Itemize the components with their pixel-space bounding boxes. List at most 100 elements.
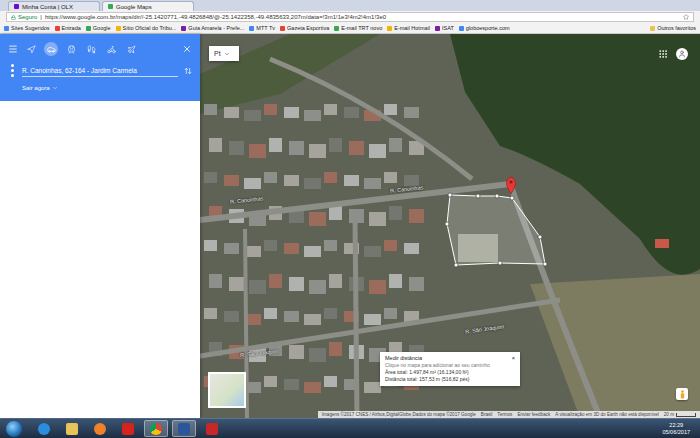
taskbar-app[interactable] bbox=[88, 420, 112, 437]
attribution-link[interactable]: Termos bbox=[497, 412, 512, 417]
measured-area bbox=[447, 195, 545, 265]
other-bookmarks[interactable]: Outros favoritos bbox=[650, 25, 696, 31]
ie-icon bbox=[38, 423, 50, 435]
earth-notice: A visualização em 3D do Earth não está d… bbox=[555, 412, 658, 417]
bookmark[interactable]: Sítio Oficial do Tribu... bbox=[116, 25, 177, 31]
folder-icon bbox=[650, 26, 655, 31]
pegman-icon bbox=[679, 390, 686, 399]
bookmark-icon bbox=[280, 26, 285, 31]
bookmark-icon bbox=[249, 26, 254, 31]
chevron-icon bbox=[224, 51, 230, 57]
address-bar[interactable]: Seguro|https://www.google.com.br/maps/di… bbox=[6, 12, 694, 22]
travel-modes bbox=[8, 42, 192, 56]
directions-header: R. Canoinhas, 62-164 - Jardim Carmela Sai… bbox=[0, 34, 200, 101]
leave-option[interactable]: Sair agora bbox=[8, 85, 192, 91]
map-layer-thumbnail[interactable] bbox=[208, 372, 246, 408]
travel-mode[interactable] bbox=[84, 42, 98, 56]
bookmark[interactable]: Entrada bbox=[55, 25, 81, 31]
bookmark-icon bbox=[334, 26, 339, 31]
swap-icon[interactable] bbox=[184, 67, 192, 75]
pin-icon[interactable] bbox=[507, 177, 516, 194]
bookmark[interactable]: globoesporte.com bbox=[459, 25, 510, 31]
flight-icon bbox=[127, 45, 136, 54]
pdf-icon bbox=[122, 423, 134, 435]
travel-mode[interactable] bbox=[44, 42, 58, 56]
browser-toolbar: Seguro|https://www.google.com.br/maps/di… bbox=[0, 11, 700, 23]
measure-close[interactable]: × bbox=[512, 355, 515, 361]
bookmark-icon bbox=[387, 26, 392, 31]
taskbar-app[interactable] bbox=[200, 420, 224, 437]
bookmark[interactable]: E-mail TRT novo bbox=[334, 25, 382, 31]
favicon-icon bbox=[108, 4, 113, 9]
best-icon bbox=[27, 45, 36, 54]
lock-icon bbox=[11, 15, 16, 20]
chevron-icon bbox=[52, 85, 58, 91]
favicon-icon bbox=[14, 4, 19, 9]
account-area bbox=[658, 48, 688, 60]
user-icon bbox=[678, 50, 686, 58]
menu-icon[interactable] bbox=[8, 44, 18, 54]
language-select[interactable]: Pt bbox=[209, 46, 239, 61]
bookmark[interactable]: MTT Tv bbox=[249, 25, 275, 31]
measure-area: Área total: 1.497,84 m² (16.134,00 ft²) bbox=[385, 369, 515, 375]
bookmarks-bar: Sites Sugeridos Entrada Google Sítio Oficia… bbox=[0, 23, 700, 34]
bike-icon bbox=[107, 45, 116, 54]
attribution-link[interactable]: Enviar feedback bbox=[517, 412, 550, 417]
screen: Minha Conta | OLXGoogle MapsSeguro|https… bbox=[0, 0, 700, 438]
attribution-link: Imagens ©2017 CNES / Airbus,DigitalGlobe… bbox=[322, 412, 476, 417]
travel-mode[interactable] bbox=[24, 42, 38, 56]
bookmark-icon bbox=[459, 26, 464, 31]
attribution-link[interactable]: Brasil bbox=[481, 412, 493, 417]
bookmark-icon bbox=[181, 26, 186, 31]
travel-mode[interactable] bbox=[64, 42, 78, 56]
scale-bar: 20 m bbox=[664, 412, 696, 417]
measure-title: Medir distância bbox=[385, 355, 422, 361]
bookmark[interactable]: Gazeta Esportiva bbox=[280, 25, 329, 31]
map-attribution: Imagens ©2017 CNES / Airbus,DigitalGlobe… bbox=[318, 411, 700, 418]
bookmark-icon bbox=[435, 26, 440, 31]
apps-icon[interactable] bbox=[658, 49, 668, 59]
browser-tab[interactable]: Minha Conta | OLX bbox=[8, 1, 100, 11]
browser-tab[interactable]: Google Maps bbox=[102, 1, 194, 11]
taskbar: 22:2905/06/2017 bbox=[0, 418, 700, 438]
account-button[interactable] bbox=[676, 48, 688, 60]
travel-mode[interactable] bbox=[124, 42, 138, 56]
bookmark[interactable]: E-mail Hotmail bbox=[387, 25, 430, 31]
taskbar-app[interactable] bbox=[144, 420, 168, 437]
paint-icon bbox=[206, 423, 218, 435]
measure-hint: Clique no mapa para adicionar ao seu cam… bbox=[385, 362, 515, 368]
bookmark[interactable]: Google bbox=[86, 25, 111, 31]
directions-panel: R. Canoinhas, 62-164 - Jardim Carmela Sai… bbox=[0, 34, 200, 418]
bookmark-icon bbox=[86, 26, 91, 31]
measure-distance: Distância total: 157,53 m (516,82 pés) bbox=[385, 376, 515, 382]
map[interactable]: R. CanoinhasR. CanoinhasR. São JoaquimR.… bbox=[200, 34, 700, 418]
bookmark-icon bbox=[116, 26, 121, 31]
bookmark[interactable]: ISAT bbox=[435, 25, 454, 31]
measure-card: Medir distância ×Clique no mapa para adic… bbox=[380, 352, 520, 386]
transit-icon bbox=[67, 45, 76, 54]
travel-mode[interactable] bbox=[104, 42, 118, 56]
map-controls bbox=[676, 388, 688, 400]
route-dots-icon bbox=[8, 64, 16, 77]
bookmark[interactable]: Sites Sugeridos bbox=[4, 25, 50, 31]
taskbar-app[interactable] bbox=[172, 420, 196, 437]
clock[interactable]: 22:2905/06/2017 bbox=[658, 422, 694, 435]
taskbar-app[interactable] bbox=[32, 420, 56, 437]
word-icon bbox=[178, 423, 190, 435]
bookmark-icon bbox=[55, 26, 60, 31]
pegman-button[interactable] bbox=[676, 388, 688, 400]
destination-row: R. Canoinhas, 62-164 - Jardim Carmela bbox=[8, 64, 192, 77]
bookmark-icon bbox=[4, 26, 9, 31]
page: R. Canoinhas, 62-164 - Jardim Carmela Sai… bbox=[0, 34, 700, 418]
close-icon[interactable] bbox=[182, 44, 192, 54]
tab-strip: Minha Conta | OLXGoogle Maps bbox=[0, 0, 700, 11]
bookmark[interactable]: Guia Amarela - Prefe... bbox=[181, 25, 244, 31]
walk-icon bbox=[87, 45, 96, 54]
start-button[interactable] bbox=[6, 421, 22, 437]
secure-label: Seguro bbox=[11, 14, 37, 20]
star-icon[interactable] bbox=[683, 14, 689, 20]
taskbar-app[interactable] bbox=[116, 420, 140, 437]
destination-field[interactable]: R. Canoinhas, 62-164 - Jardim Carmela bbox=[22, 65, 178, 77]
taskbar-app[interactable] bbox=[60, 420, 84, 437]
explorer-icon bbox=[66, 423, 78, 435]
